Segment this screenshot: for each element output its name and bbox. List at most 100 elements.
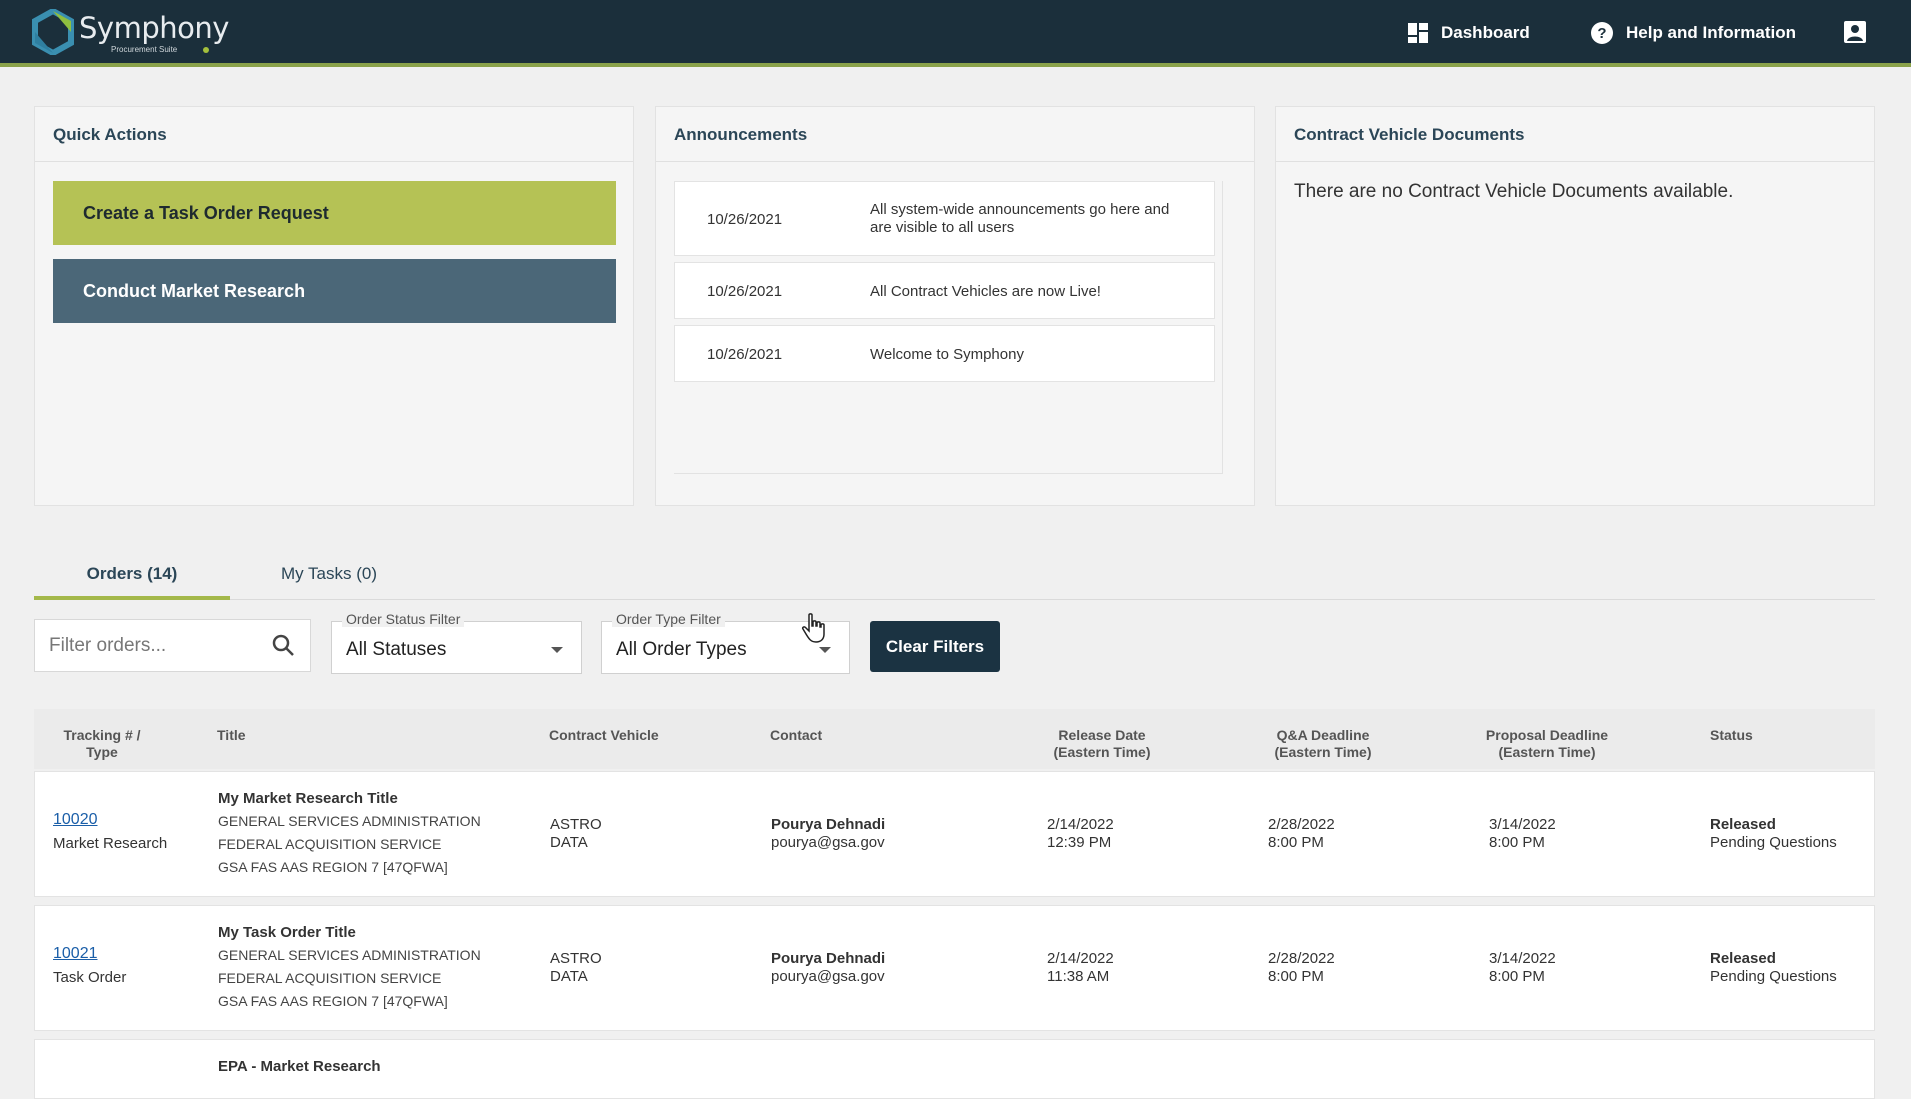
order-org-line2: FEDERAL ACQUISITION SERVICE [218, 970, 442, 986]
order-status-filter-value: All Statuses [346, 639, 447, 660]
top-navigation-bar: Symphony Procurement Suite Dashboard ? H… [0, 0, 1911, 67]
status-badge: Released [1710, 950, 1776, 967]
qa-deadline-date: 2/28/2022 [1268, 950, 1335, 967]
tab-my-tasks[interactable]: My Tasks (0) [264, 552, 394, 596]
order-type: Task Order [53, 969, 127, 986]
proposal-deadline-time: 8:00 PM [1489, 968, 1545, 985]
release-date: 2/14/2022 [1047, 950, 1114, 967]
orders-tabs: Orders (14) My Tasks (0) [34, 552, 1875, 600]
announcements-list[interactable]: 10/26/2021 All system-wide announcements… [674, 181, 1223, 474]
table-row[interactable]: EPA - Market Research [34, 1039, 1875, 1099]
announcement-item: 10/26/2021 All system-wide announcements… [674, 181, 1215, 256]
user-account-button[interactable] [1843, 19, 1867, 45]
orders-table-header: Tracking # / Type Title Contract Vehicle… [34, 709, 1875, 769]
header-tracking-line2: Type [86, 744, 118, 760]
header-qa-deadline-line1: Q&A Deadline [1276, 727, 1370, 743]
header-tracking[interactable]: Tracking # / Type [52, 727, 152, 761]
account-box-icon [1844, 21, 1866, 43]
quick-actions-title: Quick Actions [35, 107, 633, 162]
order-status-filter-label: Order Status Filter [342, 611, 465, 627]
contract-vehicle-line1: ASTRO [550, 816, 602, 833]
order-status-filter[interactable]: Order Status Filter All Statuses [331, 611, 582, 674]
release-time: 11:38 AM [1047, 968, 1110, 985]
logo-dot-icon [203, 47, 209, 53]
announcement-date: 10/26/2021 [707, 283, 783, 300]
announcement-text: Welcome to Symphony [870, 346, 1024, 363]
contact-name: Pourya Dehnadi [771, 950, 886, 967]
release-time: 12:39 PM [1047, 834, 1112, 851]
nav-help-label: Help and Information [1626, 23, 1796, 42]
nav-dashboard[interactable]: Dashboard [1407, 20, 1530, 46]
header-proposal-deadline-line1: Proposal Deadline [1485, 727, 1609, 743]
nav-dashboard-label: Dashboard [1441, 23, 1530, 42]
contract-vehicle-line2: DATA [550, 968, 588, 985]
header-qa-deadline-line2: (Eastern Time) [1274, 744, 1372, 760]
nav-help[interactable]: ? Help and Information [1590, 20, 1796, 46]
contact-name: Pourya Dehnadi [771, 816, 886, 833]
order-title: EPA - Market Research [218, 1058, 381, 1075]
order-org-line3: GSA FAS AAS REGION 7 [47QFWA] [218, 993, 448, 1009]
create-task-order-request-button[interactable]: Create a Task Order Request [53, 181, 616, 245]
announcements-card: Announcements 10/26/2021 All system-wide… [655, 106, 1255, 506]
svg-text:?: ? [1597, 25, 1606, 42]
contract-vehicle-documents-card: Contract Vehicle Documents There are no … [1275, 106, 1875, 506]
hand-pointer-icon [802, 613, 825, 643]
header-proposal-deadline-line2: (Eastern Time) [1498, 744, 1596, 760]
header-release-date-line1: Release Date [1058, 727, 1146, 743]
tab-orders[interactable]: Orders (14) [34, 552, 230, 600]
conduct-market-research-button[interactable]: Conduct Market Research [53, 259, 616, 323]
header-status[interactable]: Status [1710, 727, 1753, 744]
announcement-item: 10/26/2021 Welcome to Symphony [674, 325, 1215, 382]
empty-documents-message: There are no Contract Vehicle Documents … [1294, 181, 1734, 202]
header-release-date[interactable]: Release Date (Eastern Time) [1037, 727, 1167, 761]
announcement-item: 10/26/2021 All Contract Vehicles are now… [674, 262, 1215, 319]
header-proposal-deadline[interactable]: Proposal Deadline (Eastern Time) [1472, 727, 1622, 761]
order-org-line2: FEDERAL ACQUISITION SERVICE [218, 836, 442, 852]
quick-actions-card: Quick Actions Create a Task Order Reques… [34, 106, 634, 506]
announcements-title: Announcements [656, 107, 1254, 162]
sub-status: Pending Questions [1710, 834, 1837, 851]
announcements-scrollbar[interactable] [1223, 181, 1237, 481]
filter-orders-input[interactable] [47, 634, 266, 658]
logo-wordmark: Symphony [79, 11, 229, 45]
order-title: My Task Order Title [218, 924, 356, 941]
filter-orders-field[interactable] [34, 619, 311, 672]
header-qa-deadline[interactable]: Q&A Deadline (Eastern Time) [1258, 727, 1388, 761]
contract-vehicle-line2: DATA [550, 834, 588, 851]
header-contact[interactable]: Contact [770, 727, 822, 744]
announcement-date: 10/26/2021 [707, 211, 783, 228]
qa-deadline-time: 8:00 PM [1268, 968, 1324, 985]
search-icon[interactable] [271, 633, 295, 657]
header-tracking-line1: Tracking # / [63, 727, 141, 743]
order-type-filter-value: All Order Types [616, 639, 747, 660]
dashboard-grid-icon [1408, 23, 1428, 43]
status-badge: Released [1710, 816, 1776, 833]
proposal-deadline-time: 8:00 PM [1489, 834, 1545, 851]
qa-deadline-date: 2/28/2022 [1268, 816, 1335, 833]
announcement-text: All system-wide announcements go here an… [870, 201, 1170, 236]
caret-down-icon [819, 647, 831, 653]
table-row[interactable]: 10020 Market Research My Market Research… [34, 771, 1875, 897]
sub-status: Pending Questions [1710, 968, 1837, 985]
proposal-deadline-date: 3/14/2022 [1489, 950, 1556, 967]
contact-email: pourya@gsa.gov [771, 968, 885, 985]
release-date: 2/14/2022 [1047, 816, 1114, 833]
header-contract-vehicle[interactable]: Contract Vehicle [549, 727, 659, 744]
caret-down-icon [551, 647, 563, 653]
contract-vehicle-line1: ASTRO [550, 950, 602, 967]
contract-vehicle-documents-title: Contract Vehicle Documents [1276, 107, 1874, 162]
symphony-logo-mark-icon [32, 9, 74, 55]
header-title[interactable]: Title [217, 727, 246, 744]
qa-deadline-time: 8:00 PM [1268, 834, 1324, 851]
tracking-number-link[interactable]: 10020 [53, 811, 167, 829]
order-type: Market Research [53, 835, 168, 852]
table-row[interactable]: 10021 Task Order My Task Order Title GEN… [34, 905, 1875, 1031]
clear-filters-button[interactable]: Clear Filters [870, 621, 1000, 672]
logo-tagline: Procurement Suite [111, 45, 178, 54]
order-org-line1: GENERAL SERVICES ADMINISTRATION [218, 813, 481, 829]
order-type-filter-label: Order Type Filter [612, 611, 725, 627]
tracking-number-link[interactable]: 10021 [53, 945, 126, 963]
announcement-text: All Contract Vehicles are now Live! [870, 283, 1101, 300]
announcement-date: 10/26/2021 [707, 346, 783, 363]
proposal-deadline-date: 3/14/2022 [1489, 816, 1556, 833]
